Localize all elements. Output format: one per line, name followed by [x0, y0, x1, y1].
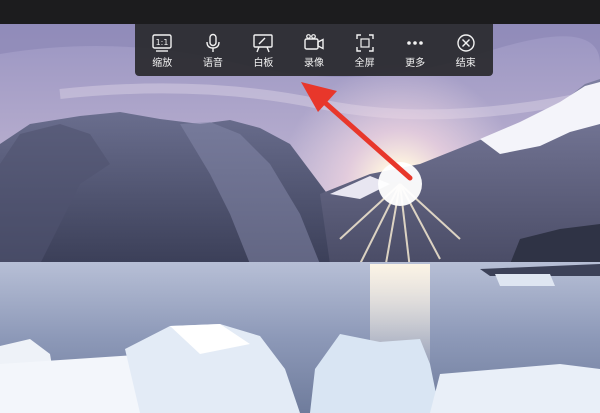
- zoom-button[interactable]: 1:1 缩放: [137, 24, 188, 76]
- fullscreen-button[interactable]: 全屏: [339, 24, 390, 76]
- zoom-label: 缩放: [152, 58, 173, 69]
- more-dots-icon: [404, 33, 426, 53]
- fullscreen-icon: [354, 33, 376, 53]
- voice-button[interactable]: 语音: [188, 24, 239, 76]
- close-circle-icon: [455, 33, 477, 53]
- background-photo: [0, 24, 600, 413]
- more-label: 更多: [405, 58, 426, 69]
- fullscreen-label: 全屏: [354, 58, 375, 69]
- end-label: 结束: [455, 58, 476, 69]
- meeting-toolbar: 1:1 缩放 语音 白板 录像 全屏 更多 结束: [135, 24, 493, 76]
- glacier-sunset-image: [0, 24, 600, 413]
- record-button[interactable]: 录像: [289, 24, 340, 76]
- whiteboard-label: 白板: [253, 58, 274, 69]
- window-top-bar: [0, 0, 600, 24]
- more-button[interactable]: 更多: [390, 24, 441, 76]
- whiteboard-button[interactable]: 白板: [238, 24, 289, 76]
- whiteboard-icon: [252, 33, 274, 53]
- svg-text:1:1: 1:1: [156, 38, 169, 47]
- end-button[interactable]: 结束: [440, 24, 491, 76]
- zoom-1to1-icon: 1:1: [151, 33, 173, 53]
- video-camera-icon: [303, 33, 325, 53]
- voice-label: 语音: [202, 58, 223, 69]
- microphone-icon: [202, 33, 224, 53]
- record-label: 录像: [304, 58, 325, 69]
